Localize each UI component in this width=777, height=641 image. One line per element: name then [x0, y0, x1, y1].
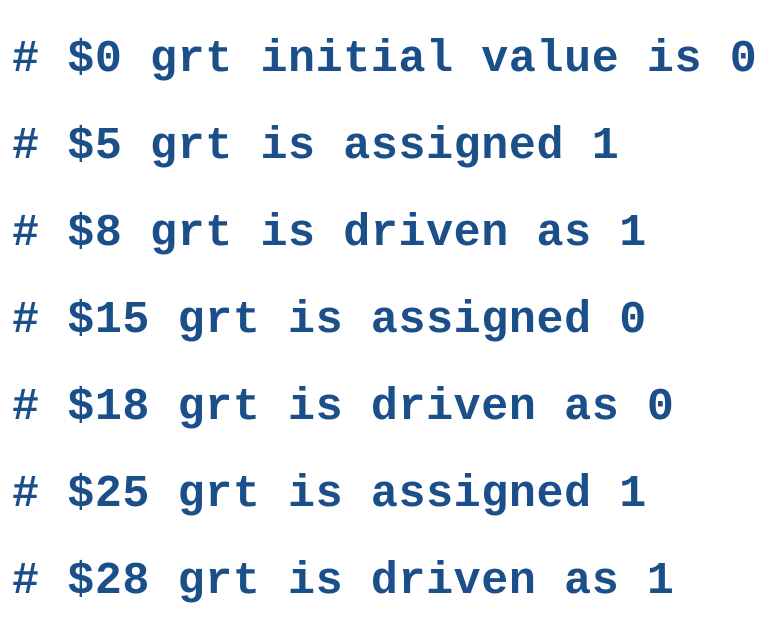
log-line: # $15 grt is assigned 0: [12, 295, 647, 346]
log-line: # $28 grt is driven as 1: [12, 556, 675, 607]
log-line: # $5 grt is assigned 1: [12, 121, 620, 172]
log-line: # $0 grt initial value is 0: [12, 34, 758, 85]
log-line: # $25 grt is assigned 1: [12, 469, 647, 520]
log-line: # $8 grt is driven as 1: [12, 208, 647, 259]
simulation-log-output: # $0 grt initial value is 0 # $5 grt is …: [12, 32, 772, 641]
log-line: # $18 grt is driven as 0: [12, 382, 675, 433]
